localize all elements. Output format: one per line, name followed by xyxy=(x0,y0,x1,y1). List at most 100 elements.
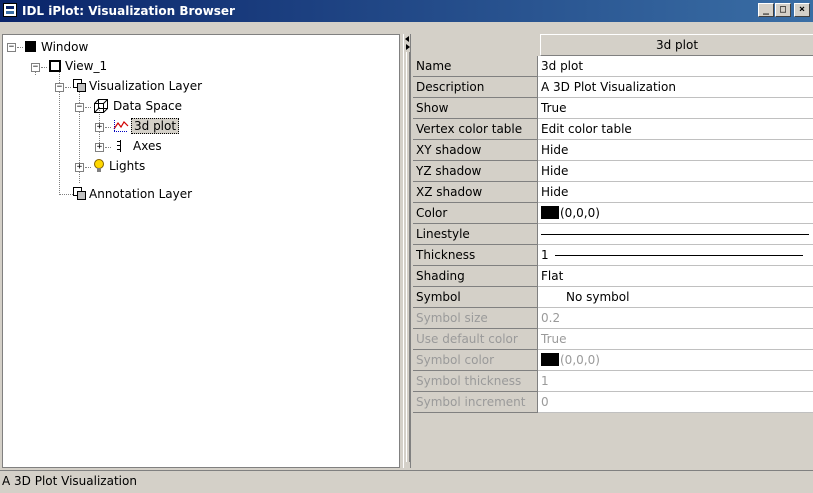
property-value[interactable]: Hide xyxy=(538,182,813,203)
collapse-view-toggle[interactable]: − xyxy=(31,63,40,72)
status-text: A 3D Plot Visualization xyxy=(2,474,137,488)
app-icon xyxy=(3,3,17,17)
tree-node-lights[interactable]: Lights xyxy=(109,157,145,175)
tree-node-label: Window xyxy=(41,40,89,54)
layer-icon xyxy=(73,79,86,92)
tree-node-window[interactable]: Window xyxy=(41,38,88,56)
property-name: Symbol increment xyxy=(413,392,538,413)
property-value[interactable]: No symbol xyxy=(538,287,813,308)
visualization-tree[interactable]: − Window − View_1 − Visualization Layer … xyxy=(2,34,400,468)
property-row[interactable]: Description A 3D Plot Visualization xyxy=(413,77,813,98)
expand-plot-toggle[interactable]: + xyxy=(95,123,104,132)
property-value[interactable]: 1 xyxy=(538,245,813,266)
color-value: (0,0,0) xyxy=(560,206,600,220)
expand-axes-toggle[interactable]: + xyxy=(95,143,104,152)
close-button[interactable]: × xyxy=(794,3,810,17)
property-row[interactable]: XZ shadow Hide xyxy=(413,182,813,203)
property-value[interactable]: 3d plot xyxy=(538,56,813,77)
property-row[interactable]: Thickness 1 xyxy=(413,245,813,266)
splitter-grip[interactable] xyxy=(406,52,410,462)
thickness-value: 1 xyxy=(541,248,549,262)
property-row[interactable]: Symbol thickness 1 xyxy=(413,371,813,392)
tree-node-label: Lights xyxy=(109,159,146,173)
property-value[interactable]: Hide xyxy=(538,140,813,161)
property-row[interactable]: Symbol increment 0 xyxy=(413,392,813,413)
tree-node-label: Data Space xyxy=(113,99,183,113)
property-name: Show xyxy=(413,98,538,119)
property-name: Description xyxy=(413,77,538,98)
tree-node-label: 3d plot xyxy=(131,118,180,134)
property-row[interactable]: Symbol size 0.2 xyxy=(413,308,813,329)
thickness-line-icon xyxy=(554,255,803,256)
tree-node-axes[interactable]: Axes xyxy=(133,137,162,155)
property-row[interactable]: Symbol color (0,0,0) xyxy=(413,350,813,371)
property-column-header: 3d plot xyxy=(540,34,813,56)
property-value[interactable]: (0,0,0) xyxy=(538,203,813,224)
solid-line-icon xyxy=(541,234,809,235)
property-name: Color xyxy=(413,203,538,224)
minimize-button[interactable]: _ xyxy=(758,3,774,17)
tree-node-data-space[interactable]: Data Space xyxy=(113,97,182,115)
property-name: Vertex color table xyxy=(413,119,538,140)
title-bar[interactable]: IDL iPlot: Visualization Browser _ □ × xyxy=(0,0,813,22)
annotation-layer-icon xyxy=(73,187,86,200)
property-row[interactable]: Linestyle xyxy=(413,224,813,245)
tree-node-label: Visualization Layer xyxy=(89,79,203,93)
symbol-color-value: (0,0,0) xyxy=(560,353,600,367)
property-name: XY shadow xyxy=(413,140,538,161)
tree-node-annotation-layer[interactable]: Annotation Layer xyxy=(89,185,192,203)
property-row[interactable]: Shading Flat xyxy=(413,266,813,287)
window-title: IDL iPlot: Visualization Browser xyxy=(22,4,235,18)
property-value: (0,0,0) xyxy=(538,350,813,371)
property-value[interactable]: Hide xyxy=(538,161,813,182)
maximize-button[interactable]: □ xyxy=(775,3,791,17)
property-value[interactable]: Flat xyxy=(538,266,813,287)
window-icon xyxy=(25,41,36,52)
data-space-icon xyxy=(93,98,109,114)
tree-node-visualization-layer[interactable]: Visualization Layer xyxy=(89,77,202,95)
view-icon xyxy=(49,60,61,72)
expand-lights-toggle[interactable]: + xyxy=(75,163,84,172)
property-value: 0.2 xyxy=(538,308,813,329)
property-row[interactable]: Vertex color table Edit color table xyxy=(413,119,813,140)
property-name: Use default color xyxy=(413,329,538,350)
property-name: Thickness xyxy=(413,245,538,266)
tree-node-3d-plot[interactable]: 3d plot xyxy=(131,117,180,135)
property-row[interactable]: XY shadow Hide xyxy=(413,140,813,161)
tree-node-label: View_1 xyxy=(65,59,108,73)
property-row[interactable]: Show True xyxy=(413,98,813,119)
property-name: XZ shadow xyxy=(413,182,538,203)
property-name: Name xyxy=(413,56,538,77)
status-bar: A 3D Plot Visualization xyxy=(0,470,813,493)
property-sheet[interactable]: 3d plot Name 3d plot Description A 3D Pl… xyxy=(413,34,813,468)
property-row[interactable]: Color (0,0,0) xyxy=(413,203,813,224)
property-name: Symbol thickness xyxy=(413,371,538,392)
property-name: Symbol xyxy=(413,287,538,308)
axes-icon xyxy=(115,139,125,153)
property-row[interactable]: YZ shadow Hide xyxy=(413,161,813,182)
property-row[interactable]: Name 3d plot xyxy=(413,56,813,77)
lightbulb-icon xyxy=(93,159,105,173)
property-name: Symbol color xyxy=(413,350,538,371)
collapse-window-toggle[interactable]: − xyxy=(7,43,16,52)
tree-node-view[interactable]: View_1 xyxy=(65,57,107,75)
collapse-arrows-icon[interactable] xyxy=(404,35,411,51)
collapse-vis-layer-toggle[interactable]: − xyxy=(55,83,64,92)
property-value: 0 xyxy=(538,392,813,413)
property-value[interactable]: True xyxy=(538,98,813,119)
plot-icon xyxy=(113,119,129,133)
property-value[interactable]: Edit color table xyxy=(538,119,813,140)
linestyle-value[interactable] xyxy=(538,224,813,245)
property-name: Shading xyxy=(413,266,538,287)
property-name: YZ shadow xyxy=(413,161,538,182)
property-row[interactable]: Symbol No symbol xyxy=(413,287,813,308)
color-swatch xyxy=(541,353,559,366)
property-name: Symbol size xyxy=(413,308,538,329)
property-value[interactable]: A 3D Plot Visualization xyxy=(538,77,813,98)
property-value: 1 xyxy=(538,371,813,392)
collapse-data-space-toggle[interactable]: − xyxy=(75,103,84,112)
tree-node-label: Axes xyxy=(133,139,162,153)
property-value: True xyxy=(538,329,813,350)
panel-splitter[interactable] xyxy=(403,34,411,468)
property-row[interactable]: Use default color True xyxy=(413,329,813,350)
